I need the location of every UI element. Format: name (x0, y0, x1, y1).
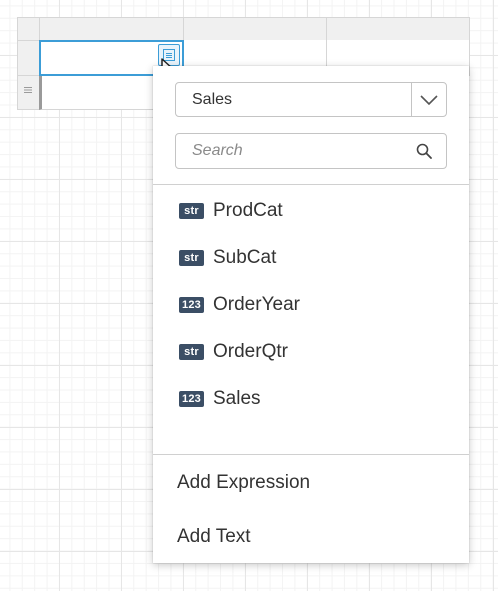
field-picker-popup: Sales str ProdCat str SubCat 123 Ord (153, 66, 469, 563)
search-box[interactable] (175, 133, 447, 169)
row-header-column (17, 41, 40, 110)
search-icon[interactable] (416, 143, 432, 164)
field-name: OrderQtr (213, 340, 288, 362)
field-name: ProdCat (213, 199, 283, 221)
field-list: str ProdCat str SubCat 123 OrderYear str… (153, 187, 469, 422)
column-separator (39, 18, 40, 40)
column-header-row (17, 17, 470, 41)
column-separator (183, 18, 184, 40)
field-name: SubCat (213, 246, 277, 268)
field-name: OrderYear (213, 293, 300, 315)
column-separator (326, 18, 327, 40)
string-type-icon: str (179, 343, 204, 360)
field-item-orderyear[interactable]: 123 OrderYear (153, 281, 469, 328)
field-item-orderqtr[interactable]: str OrderQtr (153, 328, 469, 375)
chevron-down-icon[interactable] (420, 93, 438, 111)
search-input[interactable] (192, 135, 402, 167)
string-type-icon: str (179, 249, 204, 266)
divider (153, 454, 469, 455)
numeric-type-icon: 123 (179, 390, 204, 407)
row-separator (18, 75, 40, 76)
string-type-icon: str (179, 202, 204, 219)
divider (153, 184, 469, 185)
field-item-sales[interactable]: 123 Sales (153, 375, 469, 422)
field-item-prodcat[interactable]: str ProdCat (153, 187, 469, 234)
dataset-dropdown[interactable]: Sales (175, 82, 447, 117)
numeric-type-icon: 123 (179, 296, 204, 313)
add-expression-button[interactable]: Add Expression (153, 461, 469, 505)
drag-handle-icon[interactable] (23, 85, 33, 95)
dropdown-divider (411, 83, 412, 116)
field-item-subcat[interactable]: str SubCat (153, 234, 469, 281)
dataset-selected-value: Sales (192, 91, 233, 108)
field-name: Sales (213, 387, 261, 409)
add-text-button[interactable]: Add Text (153, 515, 469, 559)
